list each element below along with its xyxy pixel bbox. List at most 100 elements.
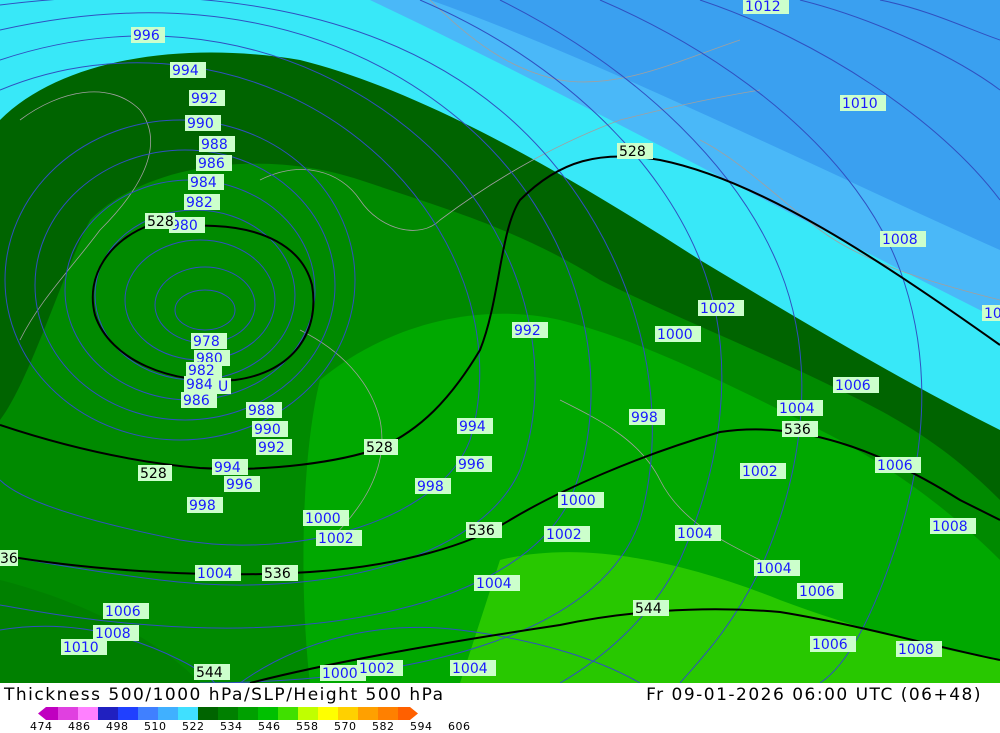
height-label: 528 (364, 439, 398, 456)
height-label: 544 (633, 600, 669, 617)
scale-tick-label: 606 (448, 720, 471, 733)
slp-label: 1006 (833, 377, 879, 394)
scale-swatch (118, 707, 138, 720)
slp-label: 996 (456, 456, 492, 473)
slp-label: 990 (185, 115, 221, 132)
svg-text:528: 528 (147, 214, 174, 230)
slp-label: 1000 (655, 326, 701, 343)
slp-label: 1006 (875, 457, 921, 474)
slp-label: 992 (256, 439, 292, 456)
svg-text:1004: 1004 (476, 576, 512, 592)
svg-text:1002: 1002 (546, 527, 582, 543)
svg-text:994: 994 (214, 460, 241, 476)
slp-label: 998 (629, 409, 665, 426)
svg-text:988: 988 (248, 403, 275, 419)
slp-label: 984 (184, 376, 220, 393)
slp-label: 1002 (740, 463, 786, 480)
low-pressure-marker: U (215, 378, 231, 395)
svg-text:998: 998 (631, 410, 658, 426)
svg-text:1002: 1002 (318, 531, 354, 547)
svg-text:1012: 1012 (745, 0, 781, 15)
scale-swatch (358, 707, 378, 720)
slp-label: 994 (212, 459, 248, 476)
svg-text:536: 536 (264, 566, 291, 582)
svg-text:990: 990 (187, 116, 214, 132)
scale-tick-label: 570 (334, 720, 357, 733)
svg-text:1004: 1004 (677, 526, 713, 542)
slp-label: 986 (196, 155, 232, 172)
scale-swatch (58, 707, 78, 720)
slp-label: 1004 (754, 560, 800, 577)
slp-label: 982 (184, 194, 220, 211)
scale-tick-label: 498 (106, 720, 129, 733)
slp-label: 1004 (450, 660, 496, 677)
svg-text:1008: 1008 (882, 232, 918, 248)
svg-text:996: 996 (133, 28, 160, 44)
svg-text:1000: 1000 (657, 327, 693, 343)
svg-text:1000: 1000 (322, 666, 358, 682)
svg-text:1006: 1006 (799, 584, 835, 600)
slp-label: 1002 (316, 530, 362, 547)
slp-label: 1004 (777, 400, 823, 417)
svg-text:1004: 1004 (779, 401, 815, 417)
svg-text:1002: 1002 (700, 301, 736, 317)
svg-text:1004: 1004 (452, 661, 488, 677)
scale-swatch (378, 707, 398, 720)
scale-swatch (258, 707, 278, 720)
slp-label: 1002 (544, 526, 590, 543)
scale-swatch (98, 707, 118, 720)
svg-text:992: 992 (258, 440, 285, 456)
slp-label: 1008 (896, 641, 942, 658)
forecast-datetime: Fr 09-01-2026 06:00 UTC (06+48) (646, 685, 982, 705)
slp-label: 994 (170, 62, 206, 79)
height-label: 528 (138, 465, 172, 482)
svg-text:528: 528 (140, 466, 167, 482)
scale-tick-label: 510 (144, 720, 167, 733)
color-scale-bar (38, 707, 418, 720)
scale-swatch (78, 707, 98, 720)
svg-text:1002: 1002 (359, 661, 395, 677)
color-scale: 474 486 498 510 522 534 546 558 570 582 594 606 (30, 707, 490, 733)
slp-label: 1012 (743, 0, 789, 15)
slp-label: 1000 (558, 492, 604, 509)
svg-text:1004: 1004 (197, 566, 233, 582)
svg-text:528: 528 (619, 144, 646, 160)
svg-text:992: 992 (191, 91, 218, 107)
slp-label: 1006 (810, 636, 856, 653)
slp-label: 996 (131, 27, 165, 44)
height-label: 536 (782, 421, 818, 438)
svg-text:544: 544 (196, 665, 223, 681)
svg-text:990: 990 (254, 422, 281, 438)
scale-swatch (38, 707, 58, 720)
slp-label: 978 (191, 333, 227, 350)
slp-label: 1004 (675, 525, 721, 542)
slp-label: 1010 (840, 95, 886, 112)
svg-text:1004: 1004 (756, 561, 792, 577)
svg-text:1006: 1006 (835, 378, 871, 394)
svg-text:982: 982 (186, 195, 213, 211)
slp-label: 992 (189, 90, 225, 107)
slp-label: 1002 (698, 300, 744, 317)
height-label: 536 (262, 565, 298, 582)
scale-swatch (318, 707, 338, 720)
slp-label: 994 (457, 418, 493, 435)
slp-label: 1008 (880, 231, 926, 248)
svg-text:992: 992 (514, 323, 541, 339)
svg-text:536: 536 (784, 422, 811, 438)
color-scale-ticks: 474 486 498 510 522 534 546 558 570 582 594 606 (30, 720, 510, 733)
slp-label: 986 (181, 392, 217, 409)
svg-text:1006: 1006 (812, 637, 848, 653)
height-label: 528 (617, 143, 653, 160)
scale-tick-label: 546 (258, 720, 281, 733)
height-label: 36 (0, 550, 18, 567)
slp-label: 1006 (797, 583, 843, 600)
scale-tick-label: 474 (30, 720, 53, 733)
svg-text:1006: 1006 (105, 604, 141, 620)
slp-label: 1004 (474, 575, 520, 592)
svg-text:986: 986 (198, 156, 225, 172)
map-footer: Thickness 500/1000 hPa/SLP/Height 500 hP… (0, 683, 1000, 733)
svg-text:978: 978 (193, 334, 220, 350)
svg-text:U: U (218, 379, 228, 395)
scale-swatch (158, 707, 178, 720)
svg-text:544: 544 (635, 601, 662, 617)
